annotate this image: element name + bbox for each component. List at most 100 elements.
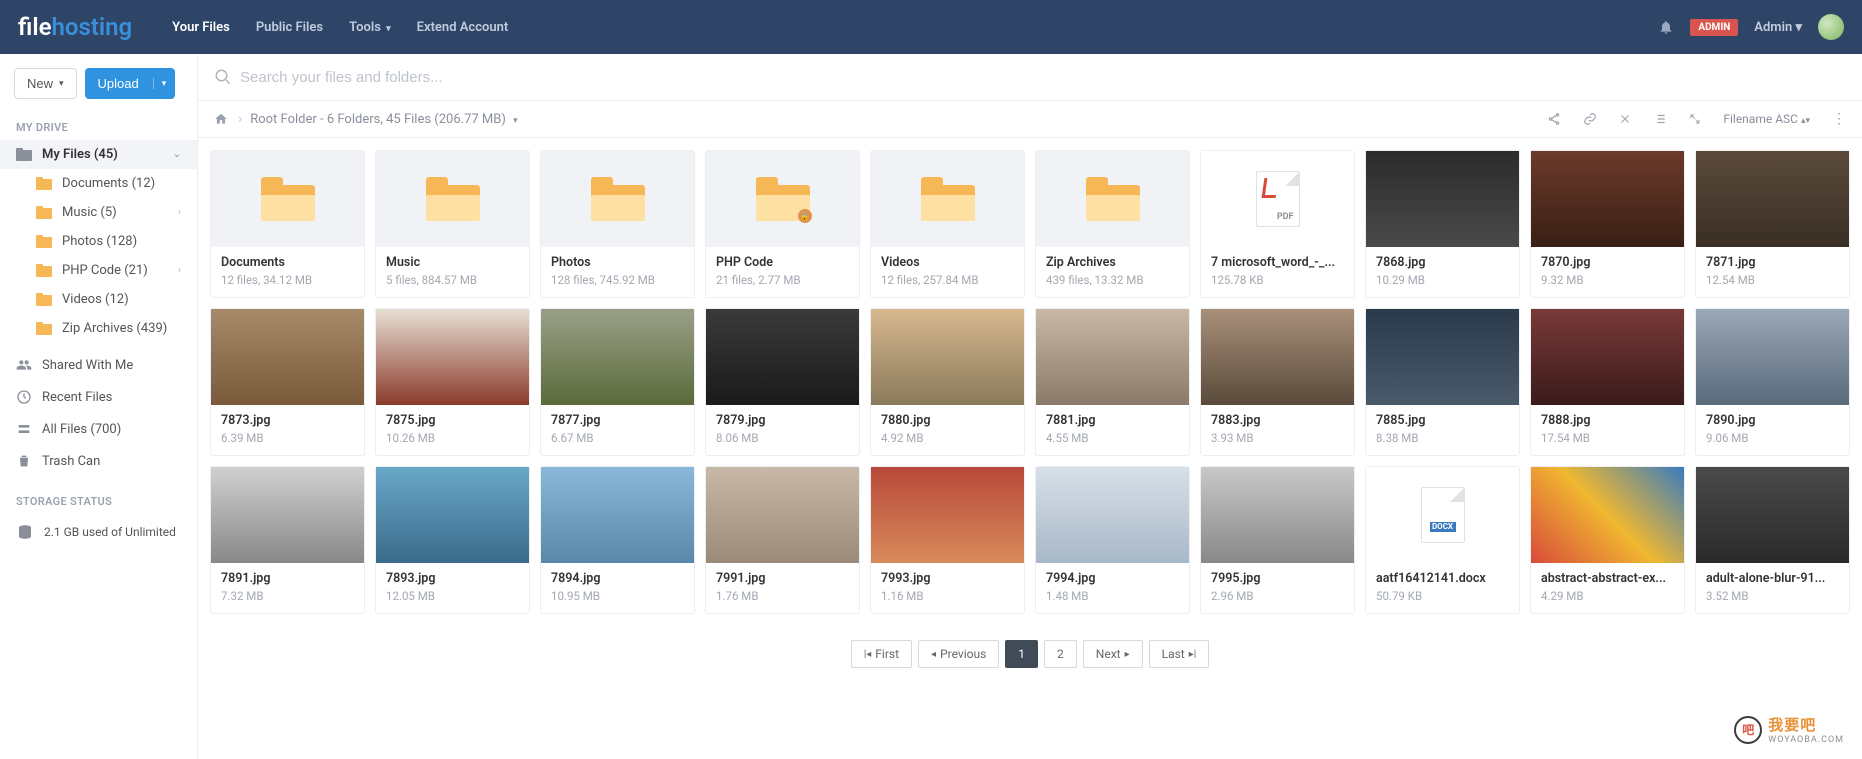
file-card[interactable]: 7994.jpg1.48 MB: [1035, 466, 1190, 614]
home-icon[interactable]: [214, 112, 228, 126]
file-subtitle: 21 files, 2.77 MB: [716, 273, 849, 287]
sidebar-trash[interactable]: Trash Can: [0, 445, 197, 477]
nav-your-files[interactable]: Your Files: [172, 20, 230, 35]
file-card[interactable]: 7893.jpg12.05 MB: [375, 466, 530, 614]
file-card[interactable]: 7891.jpg7.32 MB: [210, 466, 365, 614]
nav-tools[interactable]: Tools ▾: [349, 20, 391, 35]
page-last[interactable]: Last▸|: [1149, 640, 1210, 668]
file-card[interactable]: 7879.jpg8.06 MB: [705, 308, 860, 456]
thumbnail: [1201, 309, 1354, 405]
more-icon[interactable]: ⋮: [1832, 111, 1846, 127]
file-card[interactable]: 7894.jpg10.95 MB: [540, 466, 695, 614]
avatar[interactable]: [1818, 14, 1844, 40]
folder-icon: [426, 177, 480, 221]
link-icon[interactable]: [1583, 112, 1597, 126]
file-card[interactable]: abstract-abstract-ex... 4.29 MB: [1530, 466, 1685, 614]
upload-button[interactable]: Upload▾: [85, 68, 176, 99]
file-card[interactable]: 7995.jpg2.96 MB: [1200, 466, 1355, 614]
file-card[interactable]: 7873.jpg6.39 MB: [210, 308, 365, 456]
file-card[interactable]: Music5 files, 884.57 MB: [375, 150, 530, 298]
trash-icon: [16, 453, 32, 469]
file-card[interactable]: PDF7 microsoft_word_-_...125.78 KB: [1200, 150, 1355, 298]
file-subtitle: 1.16 MB: [881, 589, 1014, 603]
new-button[interactable]: New▾: [14, 68, 77, 99]
folder-icon: 🔒: [756, 177, 810, 221]
logo[interactable]: filehosting: [18, 13, 132, 41]
file-subtitle: 8.38 MB: [1376, 431, 1509, 445]
sidebar-all-files[interactable]: All Files (700): [0, 413, 197, 445]
file-card[interactable]: 7991.jpg1.76 MB: [705, 466, 860, 614]
nav-public-files[interactable]: Public Files: [256, 20, 323, 35]
sort-dropdown[interactable]: Filename ASC ▴▾: [1723, 112, 1810, 126]
page-prev[interactable]: ◂Previous: [918, 640, 999, 668]
file-card[interactable]: 7871.jpg12.54 MB: [1695, 150, 1850, 298]
image-thumbnail: [376, 309, 529, 405]
file-card[interactable]: adult-alone-blur-91...3.52 MB: [1695, 466, 1850, 614]
file-card[interactable]: 7885.jpg 8.38 MB: [1365, 308, 1520, 456]
file-card[interactable]: Videos12 files, 257.84 MB: [870, 150, 1025, 298]
page-1[interactable]: 1: [1005, 640, 1038, 668]
file-card[interactable]: 7868.jpg10.29 MB: [1365, 150, 1520, 298]
file-card[interactable]: Zip Archives439 files, 13.32 MB: [1035, 150, 1190, 298]
file-card[interactable]: 7870.jpg9.32 MB: [1530, 150, 1685, 298]
watermark: 吧 我要吧 WOYAOBA.COM: [1734, 714, 1844, 745]
file-title: 7888.jpg: [1541, 413, 1674, 428]
file-subtitle: 4.29 MB: [1541, 589, 1674, 603]
file-title: 7885.jpg: [1376, 413, 1509, 428]
file-title: 7868.jpg: [1376, 255, 1509, 270]
storage-text: 2.1 GB used of Unlimited: [44, 525, 176, 539]
tree-label: My Files (45): [42, 147, 118, 162]
tree-item-photos[interactable]: Photos (128): [0, 227, 197, 256]
tree-item-music[interactable]: Music (5)›: [0, 198, 197, 227]
file-subtitle: 8.06 MB: [716, 431, 849, 445]
file-card[interactable]: 7890.jpg9.06 MB: [1695, 308, 1850, 456]
nav-extend-account[interactable]: Extend Account: [417, 20, 509, 35]
image-thumbnail: [211, 309, 364, 405]
file-card[interactable]: 7881.jpg4.55 MB: [1035, 308, 1190, 456]
tree-item-my-files[interactable]: My Files (45) ⌄: [0, 140, 197, 169]
tree-item-videos[interactable]: Videos (12): [0, 285, 197, 314]
tree-item-documents[interactable]: Documents (12): [0, 169, 197, 198]
file-card[interactable]: Photos128 files, 745.92 MB: [540, 150, 695, 298]
file-subtitle: 10.95 MB: [551, 589, 684, 603]
file-card[interactable]: 7877.jpg6.67 MB: [540, 308, 695, 456]
image-thumbnail: [1531, 151, 1684, 247]
folder-icon: [921, 177, 975, 221]
thumbnail: [1696, 467, 1849, 563]
file-card[interactable]: Documents12 files, 34.12 MB: [210, 150, 365, 298]
pagination: |◂First ◂Previous 1 2 Next▸ Last▸|: [198, 626, 1862, 690]
share-icon[interactable]: [1547, 112, 1561, 126]
sidebar-recent-files[interactable]: Recent Files: [0, 381, 197, 413]
notifications-icon[interactable]: [1658, 19, 1674, 35]
image-thumbnail: [1036, 309, 1189, 405]
file-title: abstract-abstract-ex...: [1541, 571, 1674, 586]
file-card[interactable]: DOCXaatf16412141.docx50.79 KB: [1365, 466, 1520, 614]
file-card[interactable]: 7993.jpg1.16 MB: [870, 466, 1025, 614]
page-2[interactable]: 2: [1044, 640, 1077, 668]
search-input[interactable]: [240, 69, 1846, 86]
thumbnail: [541, 309, 694, 405]
breadcrumb-current[interactable]: Root Folder - 6 Folders, 45 Files (206.7…: [250, 112, 517, 127]
close-icon[interactable]: [1619, 113, 1631, 125]
fullscreen-icon[interactable]: [1689, 113, 1701, 125]
user-menu[interactable]: Admin ▾: [1754, 20, 1802, 35]
file-card[interactable]: 7875.jpg10.26 MB: [375, 308, 530, 456]
thumbnail: [376, 467, 529, 563]
sidebar-shared-with-me[interactable]: Shared With Me: [0, 349, 197, 381]
thumbnail: [706, 309, 859, 405]
page-first[interactable]: |◂First: [851, 640, 912, 668]
admin-badge: ADMIN: [1690, 19, 1738, 36]
file-subtitle: 6.67 MB: [551, 431, 684, 445]
file-subtitle: 7.32 MB: [221, 589, 354, 603]
file-card[interactable]: 🔒PHP Code21 files, 2.77 MB: [705, 150, 860, 298]
thumbnail: [871, 467, 1024, 563]
file-title: 7875.jpg: [386, 413, 519, 428]
file-card[interactable]: 7883.jpg3.93 MB: [1200, 308, 1355, 456]
file-subtitle: 17.54 MB: [1541, 431, 1674, 445]
file-card[interactable]: 7880.jpg4.92 MB: [870, 308, 1025, 456]
list-icon[interactable]: [1653, 112, 1667, 126]
page-next[interactable]: Next▸: [1083, 640, 1143, 668]
tree-item-zip-archives[interactable]: Zip Archives (439): [0, 314, 197, 343]
file-card[interactable]: 7888.jpg 17.54 MB: [1530, 308, 1685, 456]
tree-item-php-code[interactable]: PHP Code (21)›: [0, 256, 197, 285]
